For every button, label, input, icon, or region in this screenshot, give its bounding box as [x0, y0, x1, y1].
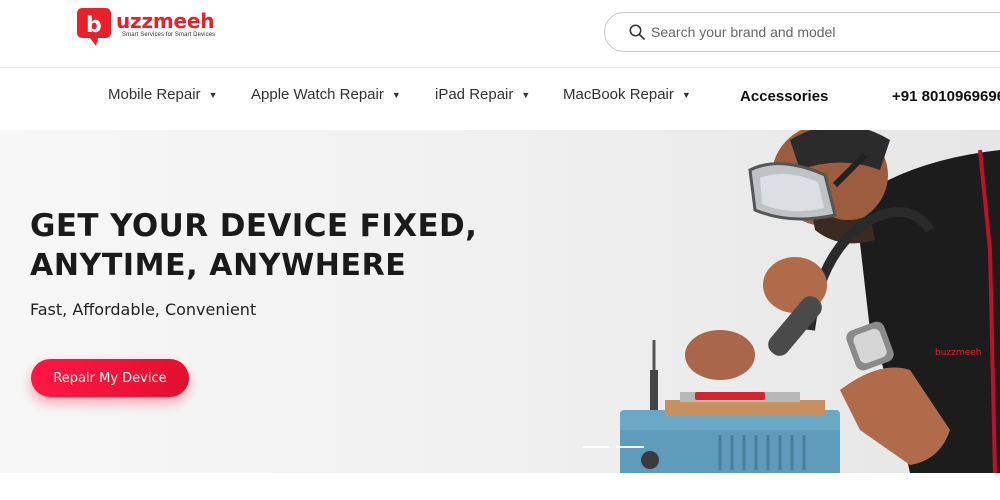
caret-down-icon: ▼ — [681, 89, 691, 100]
caret-down-icon: ▼ — [521, 89, 531, 100]
brand-tagline: Smart Services for Smart Devices — [122, 32, 216, 38]
nav-phone-number[interactable]: +91 8010969696 — [892, 88, 1000, 105]
nav-ipad-repair[interactable]: iPad Repair ▼ — [435, 86, 530, 103]
slider-dot[interactable] — [582, 446, 610, 448]
svg-text:b: b — [86, 13, 102, 38]
slider-indicator[interactable] — [582, 446, 644, 448]
slider-dot[interactable] — [616, 446, 644, 448]
nav-mobile-repair[interactable]: Mobile Repair ▼ — [108, 86, 217, 103]
hero-banner: GET YOUR DEVICE FIXED, ANYTIME, ANYWHERE… — [0, 130, 1000, 473]
svg-text:buzzmeeh: buzzmeeh — [935, 348, 981, 358]
nav-label: Apple Watch Repair — [251, 86, 384, 103]
hero-title-line1: GET YOUR DEVICE FIXED, — [30, 208, 478, 244]
hero-title-line2: ANYTIME, ANYWHERE — [30, 248, 407, 283]
caret-down-icon: ▼ — [208, 89, 218, 100]
hero-subtitle: Fast, Affordable, Convenient — [30, 300, 257, 319]
nav-label: MacBook Repair — [563, 86, 674, 103]
technician-repair-image: buzzmeeh — [620, 130, 1000, 473]
brand-logo[interactable]: b uzzmeeh Smart Services for Smart Devic… — [76, 6, 215, 52]
caret-down-icon: ▼ — [391, 89, 401, 100]
search-input[interactable] — [651, 24, 951, 40]
nav-label: Mobile Repair — [108, 86, 201, 103]
main-nav: Mobile Repair ▼ Apple Watch Repair ▼ iPa… — [0, 68, 1000, 130]
repair-my-device-button[interactable]: Repair My Device — [31, 359, 189, 397]
page-bottom — [0, 473, 1000, 500]
nav-label: iPad Repair — [435, 86, 514, 103]
nav-macbook-repair[interactable]: MacBook Repair ▼ — [563, 86, 691, 103]
nav-apple-watch-repair[interactable]: Apple Watch Repair ▼ — [251, 86, 401, 103]
brand-name: uzzmeeh — [116, 9, 215, 33]
header: b uzzmeeh Smart Services for Smart Devic… — [0, 0, 1000, 68]
search-bar[interactable] — [604, 12, 1000, 52]
search-icon — [629, 24, 645, 40]
logo-mark-icon: b — [76, 6, 114, 46]
nav-accessories[interactable]: Accessories — [740, 88, 828, 105]
